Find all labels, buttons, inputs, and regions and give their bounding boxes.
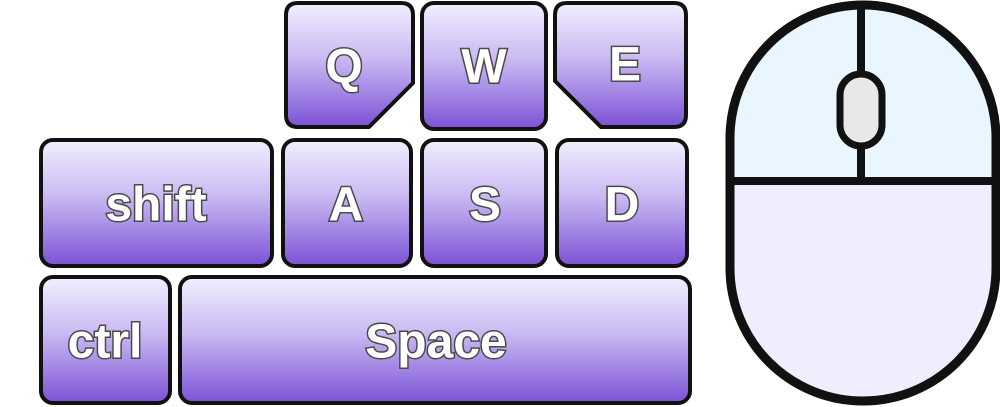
key-ctrl[interactable]: ctrl bbox=[39, 275, 172, 405]
key-w-label: W bbox=[461, 41, 507, 94]
key-w[interactable]: W bbox=[420, 1, 548, 131]
key-q-label: Q bbox=[325, 41, 362, 94]
key-space-label: Space bbox=[365, 316, 506, 369]
key-s-label: S bbox=[469, 179, 501, 232]
key-s[interactable]: S bbox=[420, 138, 548, 268]
key-d[interactable]: D bbox=[555, 138, 689, 268]
key-shift-label: shift bbox=[105, 179, 206, 232]
controls-illustration: Q W E shift A S D ctrl Space bbox=[39, 0, 1000, 406]
scroll-wheel-icon[interactable] bbox=[836, 70, 886, 150]
key-a[interactable]: A bbox=[281, 138, 413, 268]
keyboard: Q W E shift A S D ctrl Space bbox=[39, 1, 692, 405]
key-shift[interactable]: shift bbox=[39, 138, 274, 268]
key-e[interactable]: E bbox=[553, 1, 688, 129]
mouse-icon bbox=[725, 0, 1000, 406]
key-space[interactable]: Space bbox=[178, 275, 692, 405]
key-q[interactable]: Q bbox=[284, 1, 415, 129]
key-a-label: A bbox=[329, 179, 364, 232]
key-e-label: E bbox=[609, 39, 641, 92]
key-ctrl-label: ctrl bbox=[68, 316, 143, 369]
key-d-label: D bbox=[605, 179, 640, 232]
